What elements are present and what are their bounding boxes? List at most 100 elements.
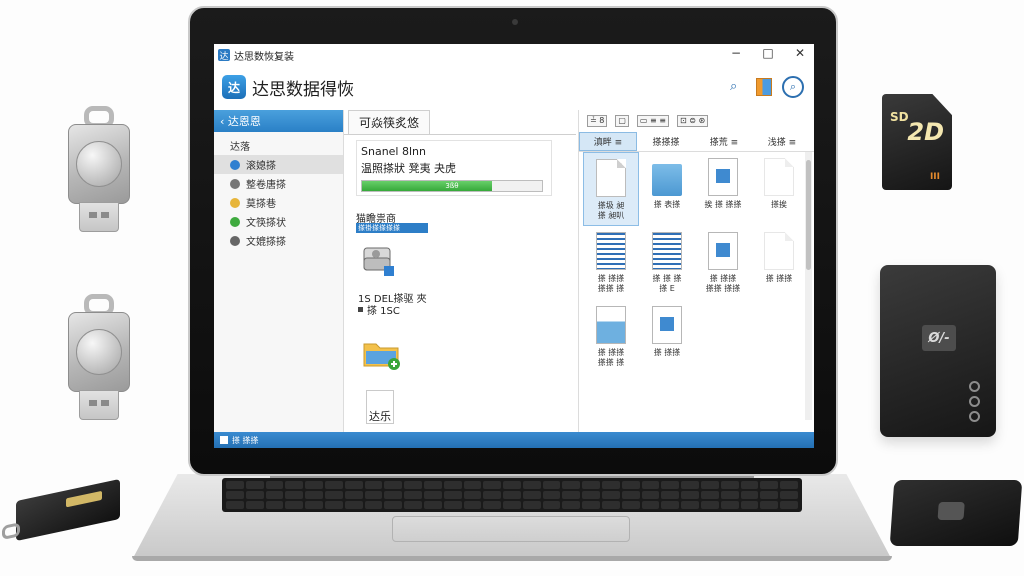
column-header[interactable]: 浅搽 ≡ (753, 132, 811, 151)
keyboard-key (720, 501, 739, 509)
portable-ssd (889, 480, 1023, 546)
keyboard-key (364, 501, 383, 509)
hard-drive-icon[interactable] (362, 242, 396, 280)
maximize-button[interactable]: □ (760, 46, 776, 60)
keyboard-key (582, 481, 601, 489)
laptop-touchpad (392, 516, 630, 542)
ssd-logo-icon (937, 502, 965, 520)
keyboard-key (285, 501, 304, 509)
keyboard-key (602, 501, 620, 509)
file-icon (708, 158, 738, 196)
keyboard-key (522, 501, 541, 509)
check-icon (230, 216, 240, 227)
file-item[interactable]: 搽 搽搽 搽搽 搽 (583, 226, 639, 300)
keyboard-key (324, 481, 343, 489)
sidebar-header[interactable]: ‹ 达恩恩 (214, 110, 343, 132)
keyboard-key (542, 491, 561, 499)
app-logo-icon: 达 (222, 75, 246, 99)
keyboard-key (443, 481, 462, 489)
close-button[interactable]: ✕ (792, 46, 808, 60)
file-item-label: 搽 搽搽 (653, 348, 681, 357)
file-item[interactable]: 搽 表搽 (639, 152, 695, 226)
product-scene: SD 2D III Ø/- 达 达思数恢复装 − □ ✕ 达 达思数据得恢 ⌕ … (0, 0, 1024, 576)
file-item[interactable]: 搽 搽搽 (751, 226, 807, 300)
sidebar-group-label: 达落 (230, 142, 250, 153)
scan-panel: 可焱筷炙悠 Snanel 8lnn 温照搽狀 凳夷 夬虎 3ßθ 猫瞻祟商 搽褂… (344, 110, 576, 432)
keyboard-key (503, 491, 521, 499)
drive-size: 搽 1SC (367, 306, 400, 317)
webcam-icon (512, 19, 518, 25)
app-mini-icon: 达 (218, 49, 230, 62)
sidebar-item[interactable]: 莫搽巷 (214, 193, 343, 212)
file-icon (596, 159, 626, 197)
search-icon[interactable]: ⌕ (730, 79, 746, 95)
file-item[interactable]: 搽 搽搽 搽搽 搽搽 (695, 226, 751, 300)
column-header[interactable]: 搽荒 ≡ (695, 132, 753, 151)
keyboard-key (582, 501, 601, 509)
scan-state-text: 温照搽狀 凳夷 夬虎 (361, 162, 456, 175)
scan-icon[interactable]: ⌕ (782, 76, 804, 98)
keyboard-key (621, 481, 640, 489)
file-item[interactable] (751, 300, 807, 374)
keyboard-key (364, 491, 383, 499)
keyboard-key (740, 491, 759, 499)
sidebar-item[interactable]: 滚媳搽 (214, 155, 343, 174)
keyboard-key (562, 501, 581, 509)
sidebar-item[interactable]: 整卷唐搽 (214, 174, 343, 193)
column-header[interactable]: 搽搽搽 (637, 132, 695, 151)
file-item[interactable]: 搽 搽搽 搽搽 搽 (583, 300, 639, 374)
file-item[interactable]: 搽 搽 搽 搽 E (639, 226, 695, 300)
file-item[interactable]: 挨 搽 搽搽 (695, 152, 751, 226)
column-header[interactable]: 滇畔 ≡ (579, 132, 637, 151)
keyboard-key (621, 491, 640, 499)
folder-icon[interactable] (362, 338, 402, 370)
keyboard-key (463, 491, 482, 499)
minimize-button[interactable]: − (728, 46, 744, 60)
keyboard-key (503, 481, 521, 489)
keyboard-key (701, 491, 719, 499)
file-item[interactable]: 搽 搽搽 (639, 300, 695, 374)
keyboard-key (324, 491, 343, 499)
keyboard-key (641, 501, 660, 509)
file-item[interactable] (695, 300, 751, 374)
laptop-keyboard (222, 478, 802, 512)
keyboard-key (621, 501, 640, 509)
window-titlebar: 达 达思数恢复装 − □ ✕ (214, 44, 814, 66)
status-bar: 搽 搽搽 (214, 432, 814, 448)
card-reader (2, 478, 120, 542)
keyboard-key (305, 501, 323, 509)
chart-icon[interactable] (756, 78, 772, 96)
hdd-indicator-icon (969, 381, 980, 422)
toolbar-button[interactable]: ⊡ ⊜ ⊛ (676, 115, 709, 127)
keyboard-key (483, 481, 502, 489)
keyboard-key (542, 501, 561, 509)
keyboard-key (582, 491, 601, 499)
file-icon (652, 232, 682, 270)
tab-recoverable[interactable]: 可焱筷炙悠 (348, 110, 430, 134)
sd-card-brand: SD (890, 110, 909, 124)
keyboard-key (344, 491, 363, 499)
usb-plug-icon (79, 390, 119, 420)
file-item[interactable]: 搽圾 昶 搽 昶叭 (583, 152, 639, 226)
keyboard-key (641, 491, 660, 499)
keyboard-key (562, 481, 581, 489)
keyboard-key (384, 481, 403, 489)
app-header: 达 达思数据得恢 ⌕ ⌕ (214, 66, 814, 108)
sidebar-item[interactable]: 文筷搽状 (214, 212, 343, 231)
folder-icon (652, 164, 682, 196)
keyboard-key (463, 501, 482, 509)
sidebar-item[interactable]: 文媲搽搽 (214, 231, 343, 250)
grid-scrollbar[interactable] (805, 152, 812, 420)
toolbar-button[interactable]: ≟ 8 (587, 115, 608, 127)
file-icon (708, 232, 738, 270)
file-item[interactable]: 搽挨 (751, 152, 807, 226)
toolbar-button[interactable]: ▢ (615, 115, 629, 127)
file-item-label: 搽 搽 搽 搽 E (652, 274, 682, 293)
toolbar-button[interactable]: ▭ ≡ ≡ (636, 115, 669, 127)
sidebar: ‹ 达恩恩 达落 滚媳搽 整卷唐搽 莫搽巷 文筷搽状 文媲搽搽 (214, 110, 344, 432)
keyboard-key (285, 491, 304, 499)
scrollbar-thumb[interactable] (806, 160, 811, 270)
hdd-logo: Ø/- (922, 325, 956, 351)
keyboard-key (364, 481, 383, 489)
file-item-label: 搽 搽搽 搽搽 搽 (597, 348, 625, 367)
